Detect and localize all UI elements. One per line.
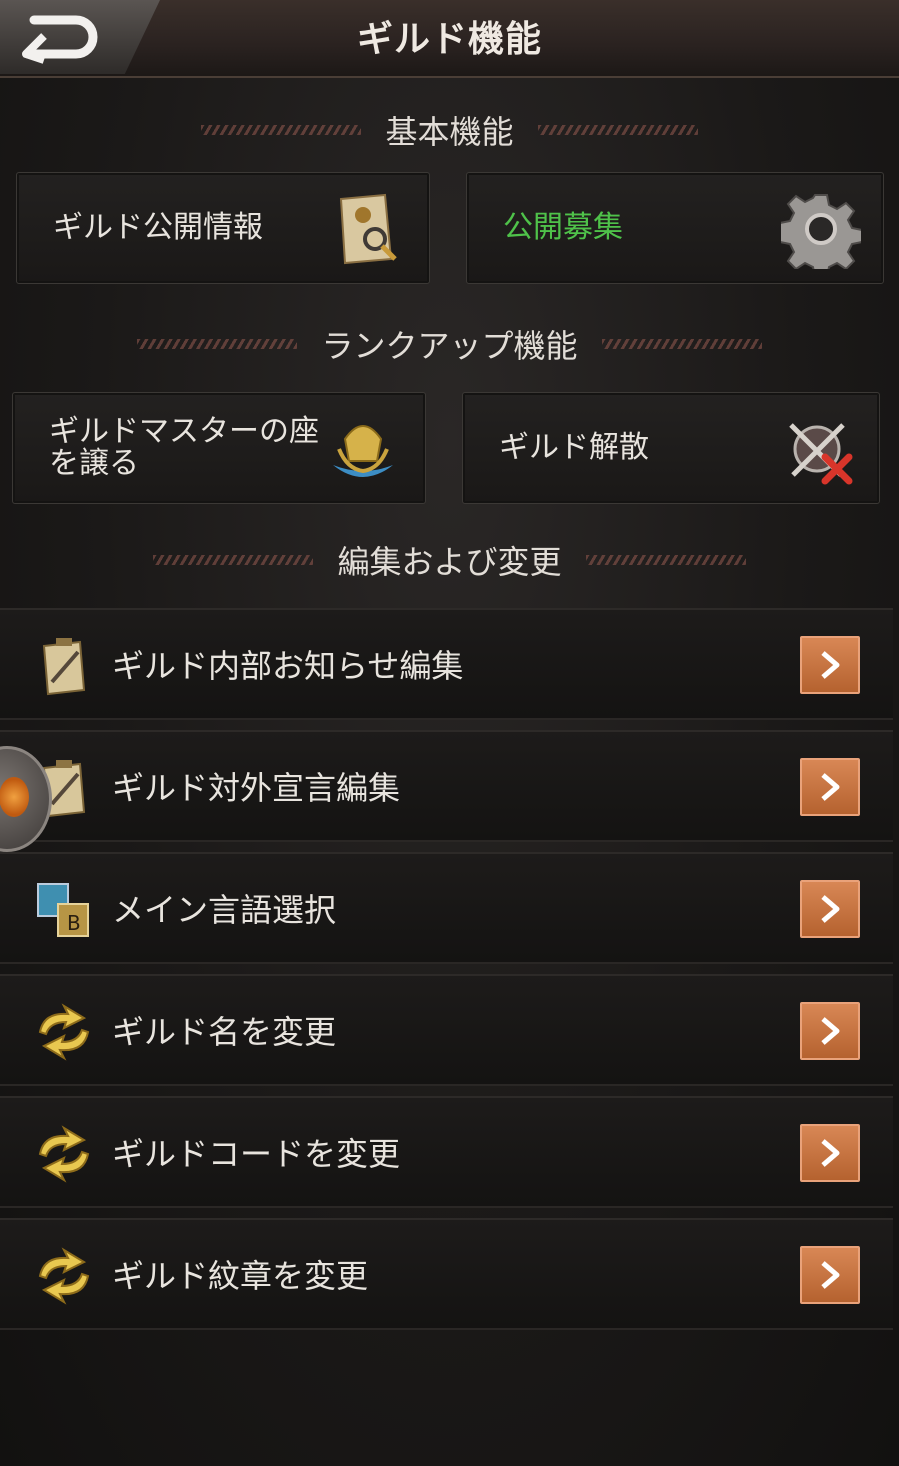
assist-icon — [0, 777, 29, 817]
arrow-button[interactable] — [800, 636, 860, 694]
chevron-right-icon — [821, 895, 840, 923]
crown-medal-icon — [333, 425, 393, 477]
public-info-button[interactable]: ギルド公開情報 — [16, 172, 430, 284]
card-label-line2: を譲る — [49, 446, 139, 481]
section-header-edit: 編集および変更 — [0, 538, 899, 582]
card-label: ギルド公開情報 — [53, 210, 263, 245]
menu-item-main-language[interactable]: B メイン言語選択 — [0, 852, 893, 964]
menu-item-external-declaration[interactable]: ギルド対外宣言編集 — [0, 730, 893, 842]
arrow-button[interactable] — [800, 758, 860, 816]
transfer-master-button[interactable]: ギルドマスターの座 を譲る — [12, 392, 426, 504]
section-title: 編集および変更 — [337, 543, 562, 581]
svg-text:B: B — [67, 911, 81, 935]
disband-guild-button[interactable]: ギルド解散 — [462, 392, 880, 504]
card-label: ギルドマスターの座 を譲る — [49, 416, 329, 480]
section-header-rankup: ランクアップ機能 — [0, 322, 899, 366]
menu-item-label: メイン言語選択 — [112, 891, 337, 929]
arrow-button[interactable] — [800, 1124, 860, 1182]
chevron-right-icon — [821, 1139, 840, 1167]
swap-arrows-icon — [38, 1247, 90, 1305]
section-title: ランクアップ機能 — [321, 327, 578, 365]
clipboard-pen-icon — [42, 638, 86, 696]
menu-item-internal-notice[interactable]: ギルド内部お知らせ編集 — [0, 608, 893, 720]
swap-arrows-icon — [38, 1003, 90, 1061]
card-label: ギルド解散 — [499, 430, 649, 465]
language-ab-icon: B — [37, 883, 89, 937]
section-title: 基本機能 — [385, 113, 514, 151]
crossed-swords-icon — [789, 423, 853, 485]
menu-item-label: ギルド対外宣言編集 — [112, 769, 401, 807]
section-divider-left — [201, 125, 362, 135]
section-divider-right — [601, 339, 762, 349]
page-title: ギルド機能 — [356, 19, 542, 60]
section-divider-right — [537, 125, 698, 135]
menu-item-label: ギルド内部お知らせ編集 — [112, 647, 464, 685]
menu-item-label: ギルド紋章を変更 — [112, 1257, 369, 1295]
arrow-button[interactable] — [800, 880, 860, 938]
section-header-basic: 基本機能 — [0, 108, 899, 152]
menu-item-label: ギルド名を変更 — [112, 1013, 337, 1051]
menu-item-change-code[interactable]: ギルドコードを変更 — [0, 1096, 893, 1208]
chevron-right-icon — [821, 651, 840, 679]
chevron-right-icon — [821, 1017, 840, 1045]
card-label: 公開募集 — [503, 210, 623, 245]
section-divider-left — [137, 339, 298, 349]
swap-arrows-icon — [38, 1125, 90, 1183]
gear-icon — [781, 194, 861, 269]
card-label-line1: ギルドマスターの座 — [49, 414, 319, 449]
scroll-magnifier-icon — [339, 193, 397, 265]
chevron-right-icon — [821, 773, 840, 801]
arrow-button[interactable] — [800, 1002, 860, 1060]
section-divider-left — [153, 555, 314, 565]
menu-item-change-emblem[interactable]: ギルド紋章を変更 — [0, 1218, 893, 1330]
chevron-right-icon — [821, 1261, 840, 1289]
top-bar: ギルド機能 — [0, 0, 899, 78]
arrow-button[interactable] — [800, 1246, 860, 1304]
public-recruit-button[interactable]: 公開募集 — [466, 172, 884, 284]
section-divider-right — [585, 555, 746, 565]
menu-item-label: ギルドコードを変更 — [112, 1135, 401, 1173]
menu-item-change-name[interactable]: ギルド名を変更 — [0, 974, 893, 1086]
